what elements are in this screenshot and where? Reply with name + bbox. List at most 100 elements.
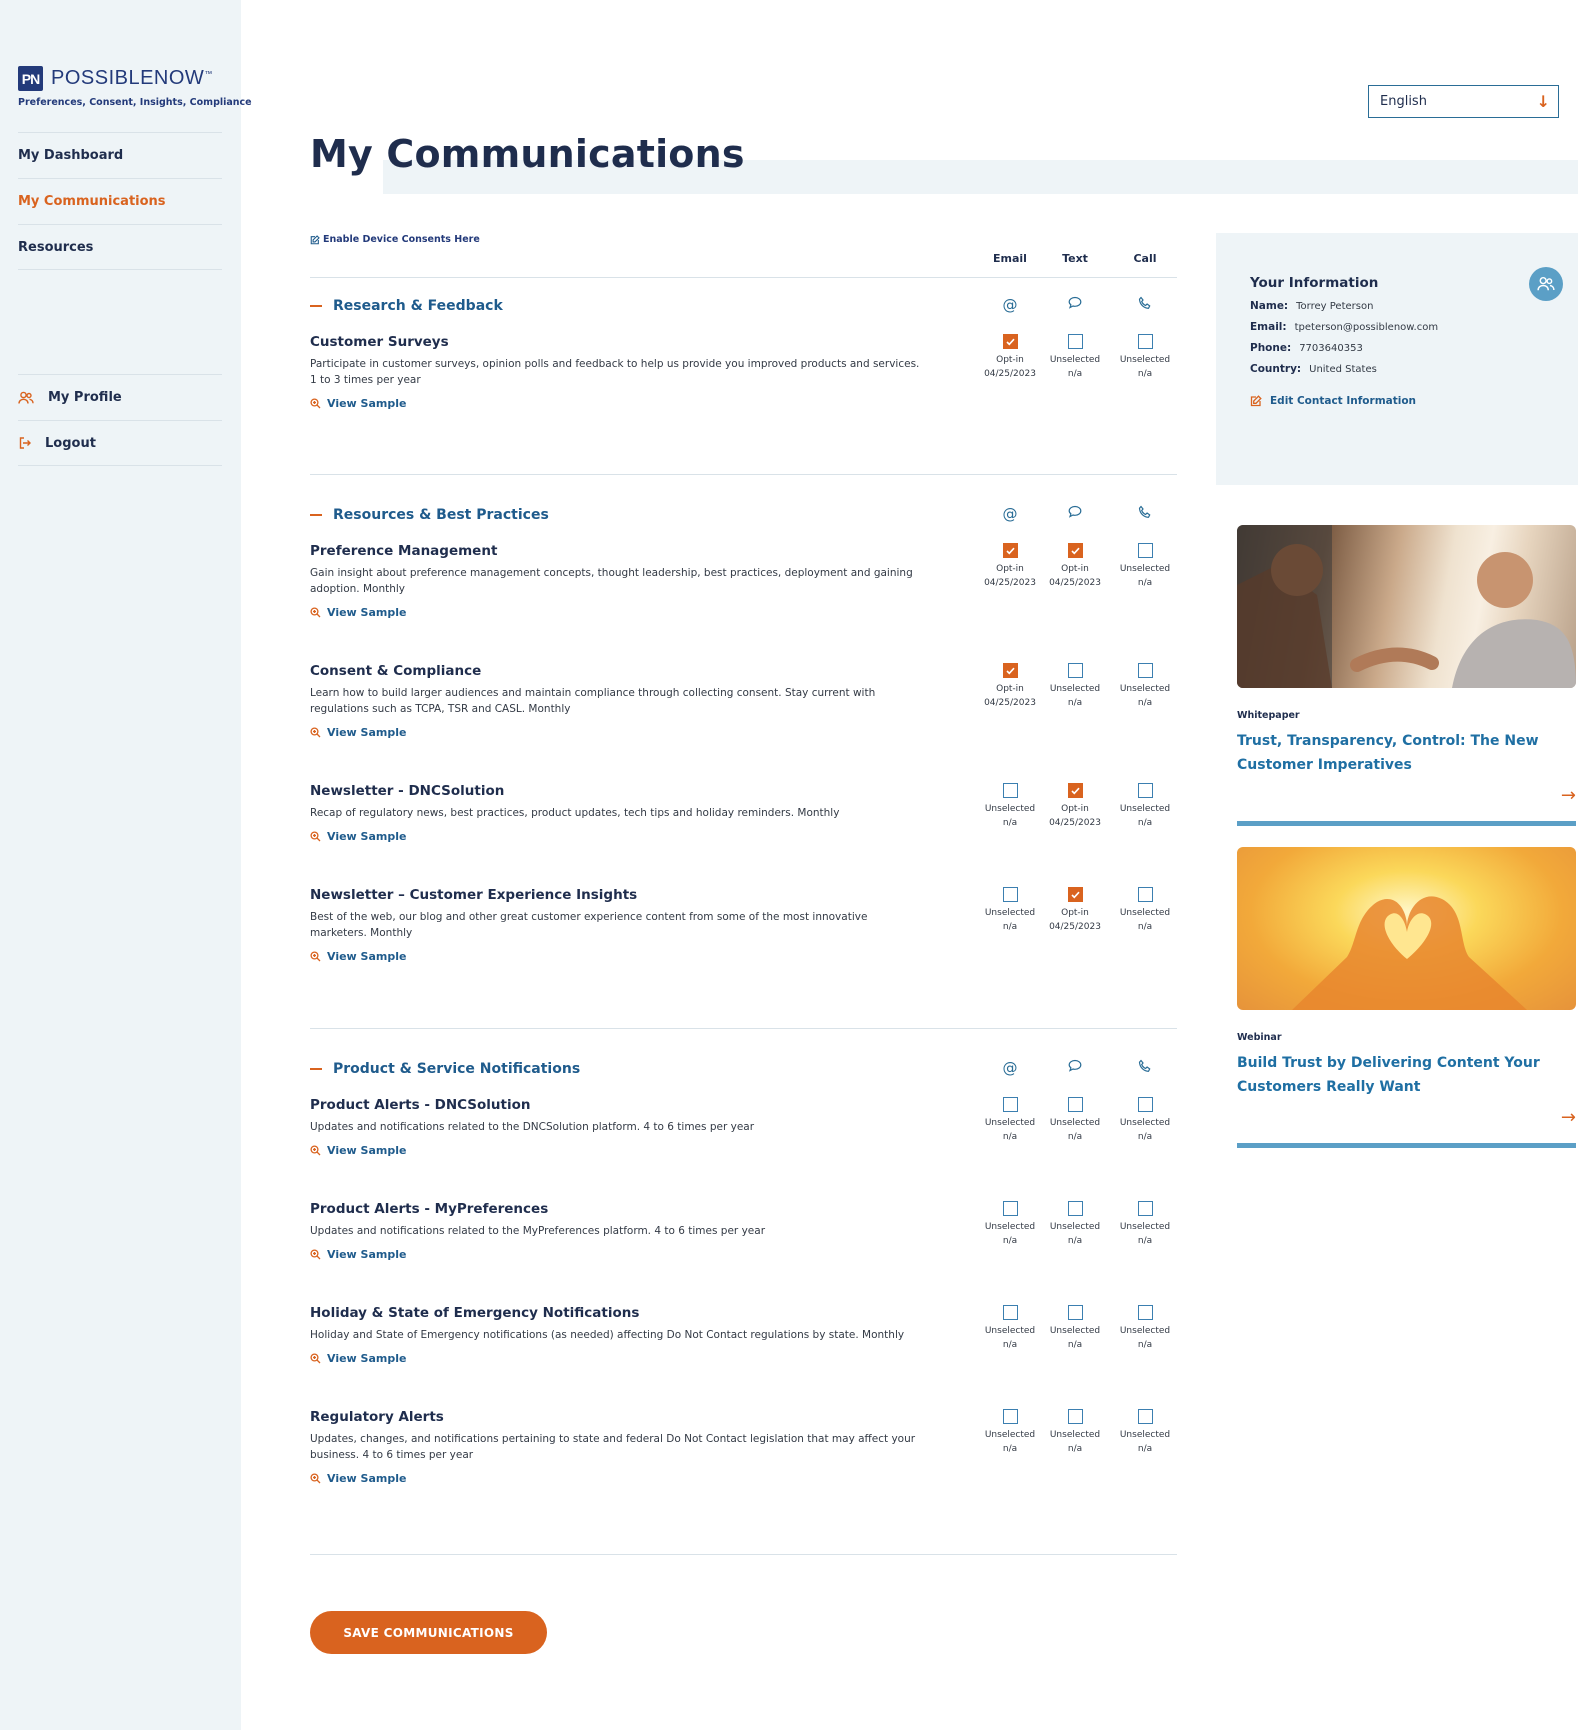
consent-checkbox-text[interactable] [1067, 1305, 1083, 1320]
consent-cell-text: Opt-in 04/25/2023 [1045, 543, 1105, 590]
brand-logo[interactable]: PN POSSIBLENOW™ Preferences, Consent, In… [18, 66, 252, 108]
consent-status-date: 04/25/2023 [984, 578, 1036, 588]
consent-checkbox-call[interactable] [1137, 887, 1153, 902]
consent-checkbox-text[interactable] [1067, 1201, 1083, 1216]
consent-item: Consent & Compliance Learn how to build l… [310, 663, 1177, 739]
consent-status-text: Unselected [1119, 804, 1171, 814]
column-head-call: Call [1133, 252, 1157, 265]
nav-item-resources[interactable]: Resources [18, 224, 222, 270]
card-type: Whitepaper [1237, 710, 1300, 721]
consent-checkbox-call[interactable] [1137, 1201, 1153, 1216]
consent-status: Unselected n/a [1115, 1324, 1175, 1352]
consent-checkbox-text[interactable] [1067, 1409, 1083, 1424]
section-title[interactable]: Product & Service Notifications [310, 1061, 580, 1077]
view-sample-link[interactable]: View Sample [310, 726, 1177, 739]
consent-status-date: n/a [1137, 698, 1153, 708]
consent-cell-email: Unselected n/a [980, 1409, 1040, 1456]
consent-status-date: n/a [1137, 922, 1153, 932]
consent-cell-text: Unselected n/a [1045, 1201, 1105, 1248]
section-title-label: Product & Service Notifications [333, 1061, 581, 1077]
consent-status-date: n/a [1137, 1444, 1153, 1454]
consent-checkbox-text[interactable] [1067, 1097, 1083, 1112]
zoom-icon [310, 1353, 321, 1364]
consent-checkbox-text[interactable] [1067, 663, 1083, 678]
consent-cell-call: Unselected n/a [1115, 887, 1175, 934]
language-select[interactable]: English ↓ [1368, 85, 1559, 118]
consent-cell-email: Opt-in 04/25/2023 [980, 663, 1040, 710]
enable-device-consents-link[interactable]: Enable Device Consents Here [310, 234, 1177, 245]
consent-status: Opt-in 04/25/2023 [1045, 906, 1105, 934]
consent-status-text: Unselected [984, 1118, 1036, 1128]
view-sample-link[interactable]: View Sample [310, 606, 1177, 619]
consent-cell-email: Unselected n/a [980, 1201, 1040, 1248]
consent-cell-email: Opt-in 04/25/2023 [980, 334, 1040, 381]
your-information-panel: Your Information Name: Torrey Peterson Em… [1216, 233, 1578, 485]
consent-status: Opt-in 04/25/2023 [1045, 562, 1105, 590]
consent-cell-email: Opt-in 04/25/2023 [980, 543, 1040, 590]
header-divider [310, 277, 1177, 278]
consent-checkbox-call[interactable] [1137, 1305, 1153, 1320]
section-divider [310, 1554, 1177, 1555]
consent-checkbox-email[interactable] [1002, 663, 1018, 678]
nav-item-logout[interactable]: Logout [18, 420, 222, 466]
nav-item-my-profile[interactable]: My Profile [18, 374, 222, 420]
consent-checkbox-call[interactable] [1137, 334, 1153, 349]
card-type: Webinar [1237, 1032, 1282, 1043]
consent-checkbox-email[interactable] [1002, 334, 1018, 349]
view-sample-link[interactable]: View Sample [310, 950, 1177, 963]
view-sample-link[interactable]: View Sample [310, 830, 1177, 843]
consent-checkbox-email[interactable] [1002, 543, 1018, 558]
view-sample-label: View Sample [327, 397, 407, 410]
consent-checkbox-email[interactable] [1002, 783, 1018, 798]
consent-cell-text: Opt-in 04/25/2023 [1045, 783, 1105, 830]
nav-item-communications[interactable]: My Communications [18, 178, 222, 224]
consent-checkbox-email[interactable] [1002, 1201, 1018, 1216]
consent-checkbox-email[interactable] [1002, 887, 1018, 902]
save-communications-button[interactable]: SAVE COMMUNICATIONS [310, 1611, 547, 1654]
consent-checkbox-call[interactable] [1137, 663, 1153, 678]
consent-status: Opt-in 04/25/2023 [980, 682, 1040, 710]
view-sample-link[interactable]: View Sample [310, 1248, 1177, 1261]
view-sample-link[interactable]: View Sample [310, 1352, 1177, 1365]
consent-checkbox-call[interactable] [1137, 543, 1153, 558]
consent-status: Unselected n/a [1115, 682, 1175, 710]
consent-status-date: n/a [1067, 1236, 1083, 1246]
consent-checkbox-email[interactable] [1002, 1409, 1018, 1424]
consent-status: Unselected n/a [980, 1116, 1040, 1144]
consent-status: Unselected n/a [1045, 1220, 1105, 1248]
consent-status-date: n/a [1002, 922, 1018, 932]
info-phone-value: 7703640353 [1299, 343, 1363, 354]
consent-status-date: n/a [1137, 818, 1153, 828]
view-sample-link[interactable]: View Sample [310, 1472, 1177, 1485]
consent-status-text: Opt-in [996, 564, 1024, 574]
at-icon: @ [1002, 296, 1018, 314]
consent-checkbox-call[interactable] [1137, 1409, 1153, 1424]
resource-card-webinar[interactable]: Webinar Build Trust by Delivering Conten… [1237, 847, 1576, 1149]
consent-checkbox-call[interactable] [1137, 783, 1153, 798]
view-sample-link[interactable]: View Sample [310, 397, 1177, 410]
consent-status-date: 04/25/2023 [984, 369, 1036, 379]
consent-checkbox-text[interactable] [1067, 887, 1083, 902]
consent-status-date: n/a [1067, 369, 1083, 379]
consent-checkbox-email[interactable] [1002, 1097, 1018, 1112]
edit-contact-information-link[interactable]: Edit Contact Information [1250, 395, 1544, 407]
consent-status: Unselected n/a [1115, 353, 1175, 381]
consent-status-date: n/a [1002, 1132, 1018, 1142]
consent-status-text: Unselected [984, 908, 1036, 918]
view-sample-label: View Sample [327, 606, 407, 619]
section-title[interactable]: Research & Feedback [310, 298, 503, 314]
resource-card-whitepaper[interactable]: Whitepaper Trust, Transparency, Control:… [1237, 525, 1576, 827]
phone-icon [1115, 1059, 1175, 1077]
section-title[interactable]: Resources & Best Practices [310, 507, 549, 523]
consent-cell-text: Unselected n/a [1045, 663, 1105, 710]
consent-checkbox-call[interactable] [1137, 1097, 1153, 1112]
consent-checkbox-text[interactable] [1067, 334, 1083, 349]
item-description: Updates and notifications related to the… [310, 1121, 755, 1133]
consent-checkbox-email[interactable] [1002, 1305, 1018, 1320]
page-title: My Communications [310, 132, 745, 176]
view-sample-link[interactable]: View Sample [310, 1144, 1177, 1157]
consent-status-date: n/a [1067, 1340, 1083, 1350]
consent-checkbox-text[interactable] [1067, 543, 1083, 558]
consent-checkbox-text[interactable] [1067, 783, 1083, 798]
nav-item-dashboard[interactable]: My Dashboard [18, 132, 222, 178]
